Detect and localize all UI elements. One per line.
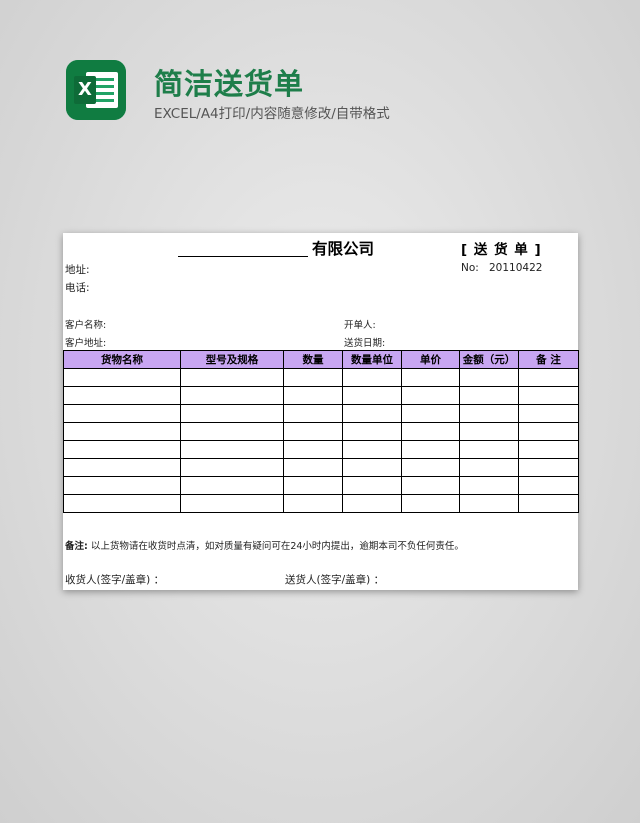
column-header: 金额（元）: [459, 350, 519, 369]
table-cell[interactable]: [459, 494, 519, 513]
table-cell[interactable]: [459, 476, 519, 495]
no-label: No:: [461, 262, 479, 274]
goods-table: 货物名称 型号及规格 数量 数量单位 单价 金额（元） 备 注: [63, 350, 579, 513]
table-cell[interactable]: [283, 476, 343, 495]
table-cell[interactable]: [342, 494, 402, 513]
column-header: 单价: [401, 350, 460, 369]
table-cell[interactable]: [180, 494, 284, 513]
table-row: [63, 368, 579, 387]
table-cell[interactable]: [518, 494, 579, 513]
customer-name-label: 客户名称:: [65, 320, 107, 331]
table-cell[interactable]: [63, 476, 181, 495]
table-cell[interactable]: [518, 458, 579, 477]
table-row: [63, 494, 579, 513]
table-cell[interactable]: [459, 422, 519, 441]
table-cell[interactable]: [401, 386, 460, 405]
excel-icon: X: [66, 60, 126, 120]
table-cell[interactable]: [518, 368, 579, 387]
table-cell[interactable]: [180, 368, 284, 387]
table-cell[interactable]: [283, 368, 343, 387]
table-cell[interactable]: [63, 422, 181, 441]
company-suffix: 有限公司: [312, 240, 375, 258]
table-cell[interactable]: [459, 440, 519, 459]
table-cell[interactable]: [63, 368, 181, 387]
table-cell[interactable]: [180, 476, 284, 495]
goods-table-body: [63, 368, 579, 513]
company-name-blank[interactable]: [178, 256, 308, 257]
table-cell[interactable]: [342, 368, 402, 387]
excel-icon-letter: X: [74, 76, 96, 104]
table-cell[interactable]: [459, 368, 519, 387]
table-cell[interactable]: [342, 476, 402, 495]
table-row: [63, 404, 579, 423]
delivery-date-label: 送货日期:: [344, 338, 386, 349]
table-cell[interactable]: [63, 386, 181, 405]
address-label: 地址:: [65, 264, 90, 276]
table-cell[interactable]: [342, 422, 402, 441]
table-cell[interactable]: [518, 386, 579, 405]
table-cell[interactable]: [283, 404, 343, 423]
remark-label: 备注:: [65, 541, 88, 552]
table-cell[interactable]: [342, 440, 402, 459]
phone-label: 电话:: [65, 282, 90, 294]
table-cell[interactable]: [342, 458, 402, 477]
customer-address-label: 客户地址:: [65, 338, 107, 349]
table-cell[interactable]: [180, 440, 284, 459]
table-cell[interactable]: [401, 458, 460, 477]
table-header-row: 货物名称 型号及规格 数量 数量单位 单价 金额（元） 备 注: [63, 350, 579, 369]
table-cell[interactable]: [518, 440, 579, 459]
table-row: [63, 422, 579, 441]
receiver-signature[interactable]: 收货人(签字/盖章) ：: [65, 572, 164, 587]
table-cell[interactable]: [518, 422, 579, 441]
table-cell[interactable]: [459, 386, 519, 405]
table-cell[interactable]: [180, 386, 284, 405]
column-header: 备 注: [518, 350, 579, 369]
table-cell[interactable]: [283, 386, 343, 405]
table-cell[interactable]: [283, 440, 343, 459]
column-header: 型号及规格: [180, 350, 284, 369]
remark-text: 以上货物请在收货时点清，如对质量有疑问可在24小时内提出，逾期本司不负任何责任。: [90, 541, 464, 552]
table-cell[interactable]: [401, 440, 460, 459]
table-cell[interactable]: [283, 458, 343, 477]
column-header: 货物名称: [63, 350, 181, 369]
page-title: 简洁送货单: [154, 67, 305, 101]
table-cell[interactable]: [401, 422, 460, 441]
table-cell[interactable]: [63, 494, 181, 513]
table-cell[interactable]: [401, 476, 460, 495]
document-type: [ 送 货 单 ]: [461, 242, 542, 258]
page-subtitle: EXCEL/A4打印/内容随意修改/自带格式: [154, 106, 390, 122]
table-row: [63, 476, 579, 495]
table-row: [63, 386, 579, 405]
table-cell[interactable]: [180, 404, 284, 423]
table-cell[interactable]: [63, 458, 181, 477]
table-cell[interactable]: [401, 404, 460, 423]
column-header: 数量单位: [342, 350, 402, 369]
delivery-note-sheet: 有限公司 [ 送 货 单 ] 地址: 电话: No: 20110422 客户名称…: [63, 233, 579, 590]
no-value: 20110422: [489, 262, 543, 274]
table-row: [63, 458, 579, 477]
table-cell[interactable]: [459, 404, 519, 423]
table-cell[interactable]: [518, 476, 579, 495]
page-header: X 简洁送货单 EXCEL/A4打印/内容随意修改/自带格式: [66, 58, 626, 128]
table-cell[interactable]: [459, 458, 519, 477]
table-cell[interactable]: [283, 422, 343, 441]
column-header: 数量: [283, 350, 343, 369]
issuer-label: 开单人:: [344, 320, 376, 331]
table-row: [63, 440, 579, 459]
table-cell[interactable]: [401, 494, 460, 513]
table-cell[interactable]: [342, 404, 402, 423]
table-cell[interactable]: [63, 404, 181, 423]
table-cell[interactable]: [180, 422, 284, 441]
table-cell[interactable]: [518, 404, 579, 423]
table-cell[interactable]: [283, 494, 343, 513]
table-cell[interactable]: [180, 458, 284, 477]
table-cell[interactable]: [342, 386, 402, 405]
table-cell[interactable]: [401, 368, 460, 387]
table-cell[interactable]: [63, 440, 181, 459]
sender-signature[interactable]: 送货人(签字/盖章) ：: [285, 572, 384, 587]
remark-note: 备注: 以上货物请在收货时点清，如对质量有疑问可在24小时内提出，逾期本司不负任…: [65, 538, 464, 552]
